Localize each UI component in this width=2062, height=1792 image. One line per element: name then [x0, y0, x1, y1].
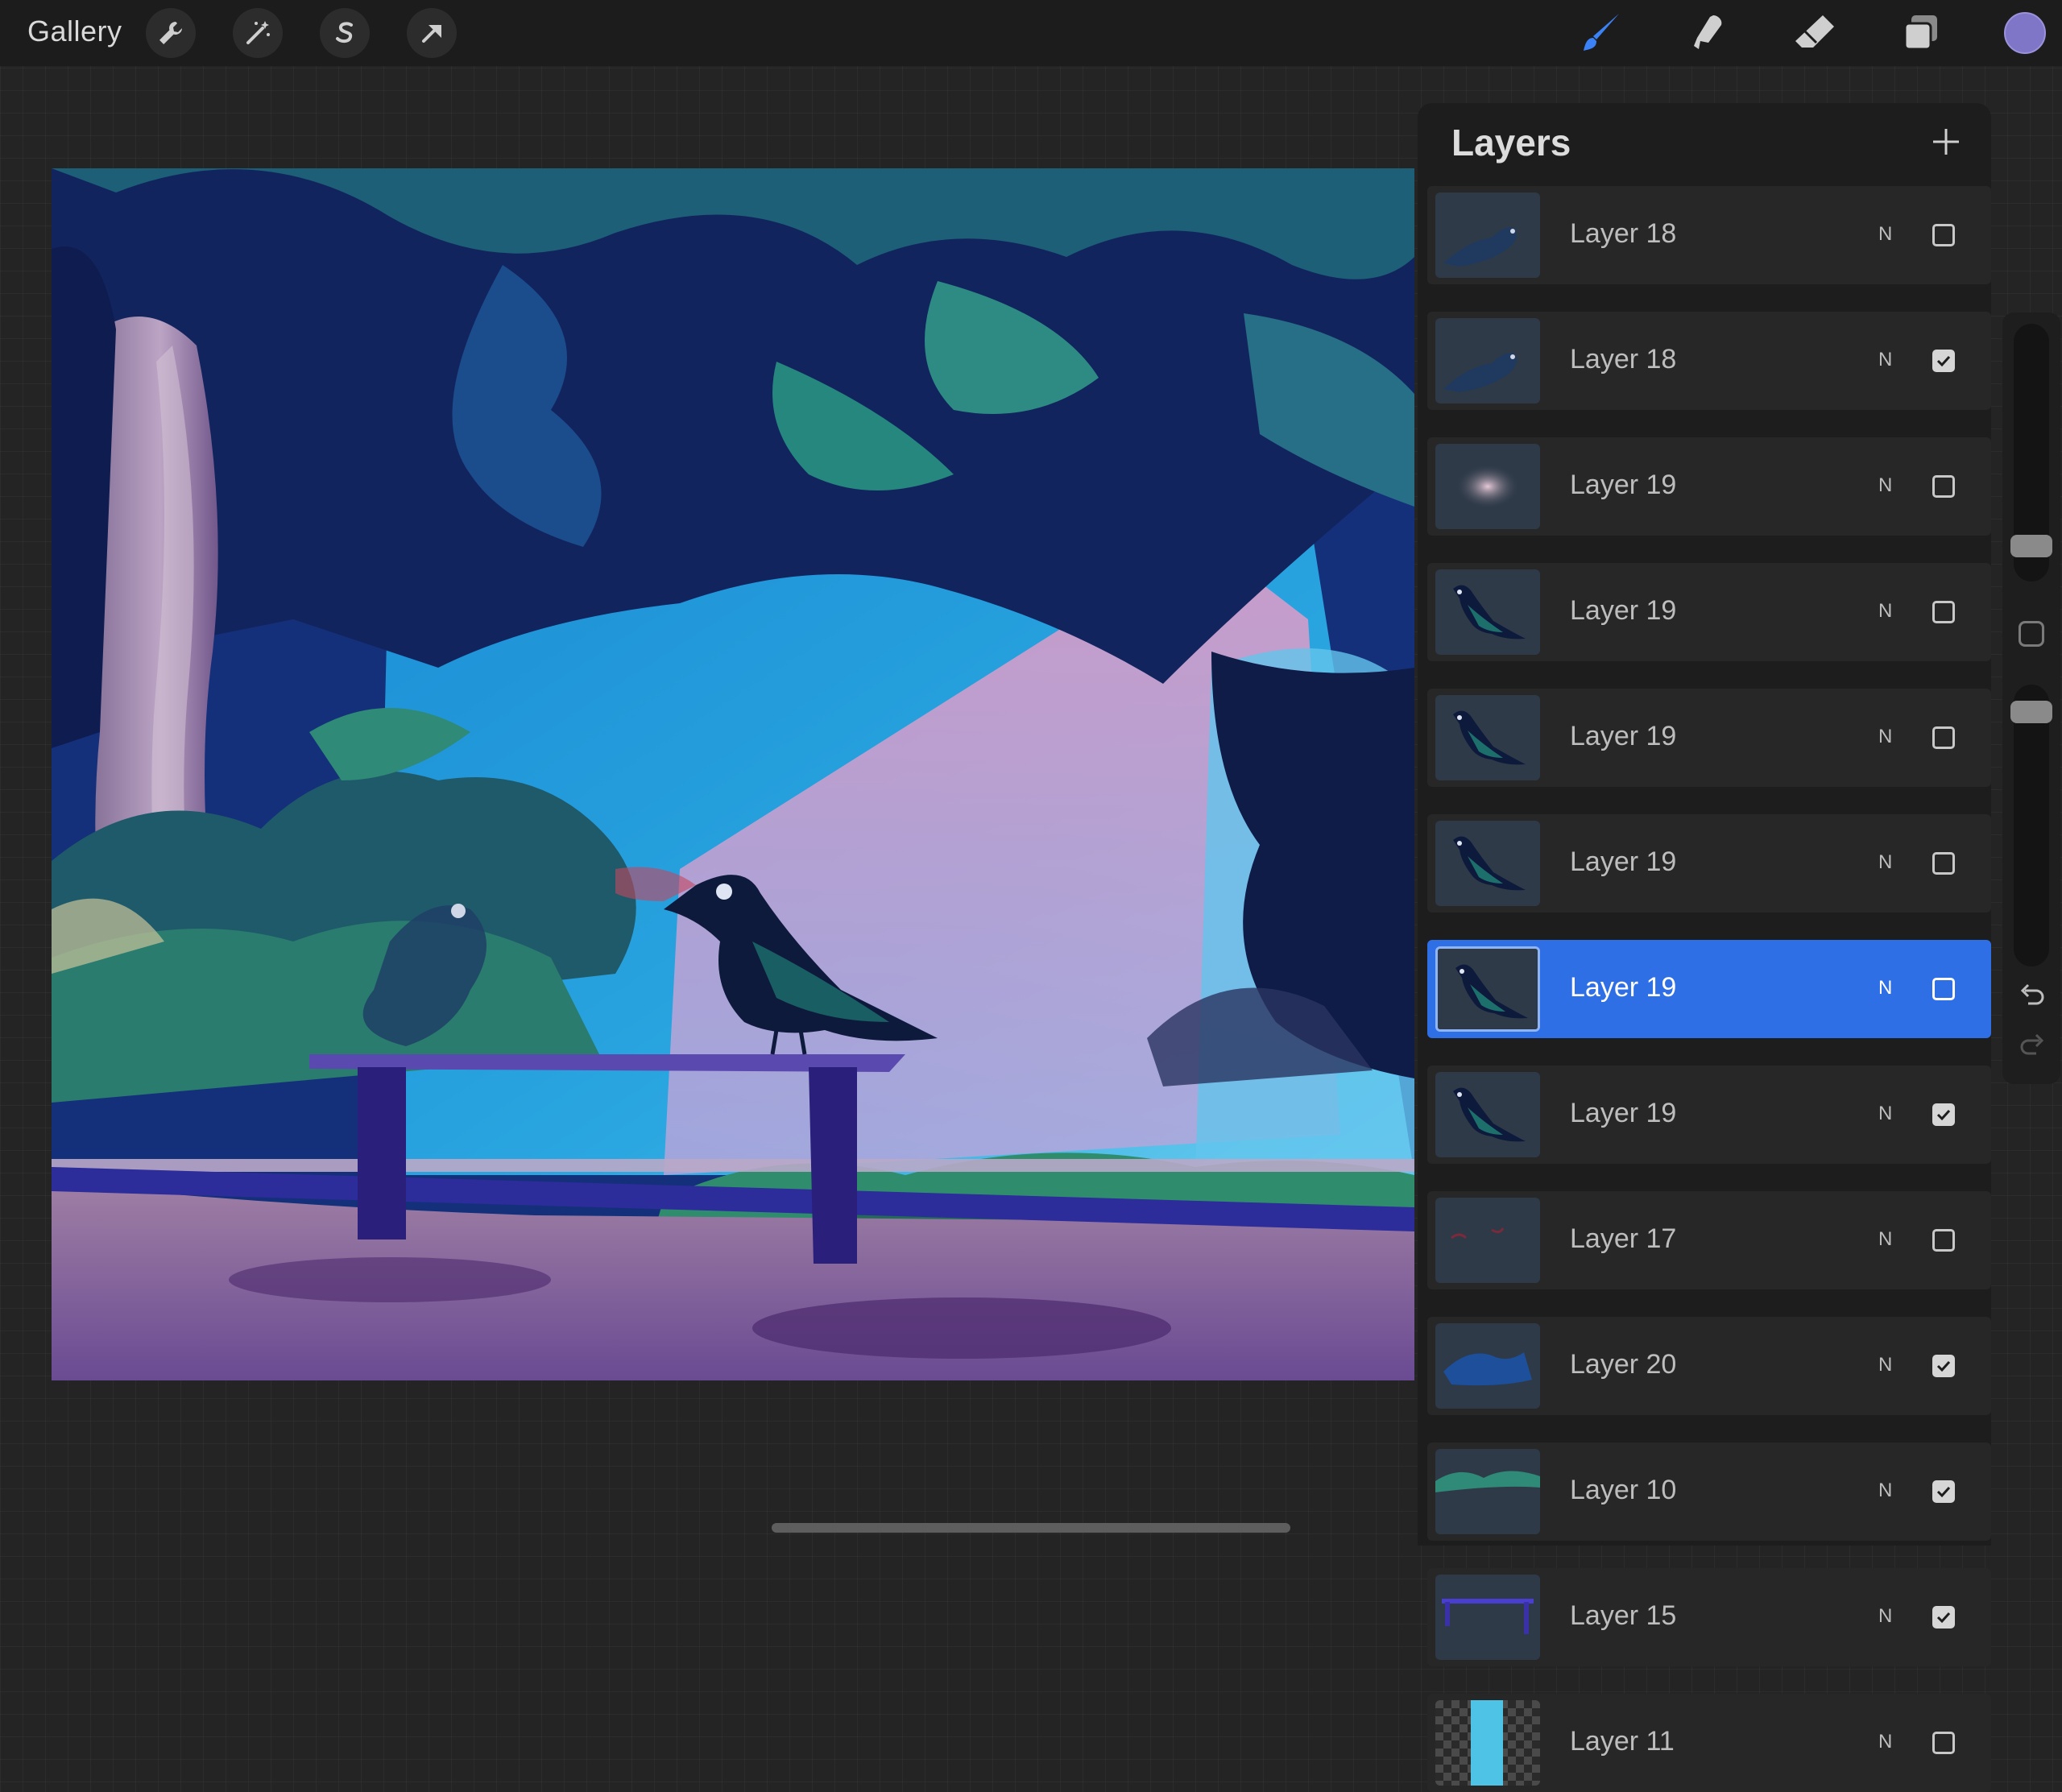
transform-arrow-icon[interactable]	[407, 8, 457, 58]
layer-name[interactable]: Layer 20	[1570, 1349, 1676, 1380]
layer-row[interactable]: Layer 20 N	[1427, 1317, 1991, 1415]
layer-thumbnail[interactable]	[1435, 695, 1540, 780]
add-layer-button[interactable]	[1923, 119, 1969, 164]
top-toolbar: Gallery	[0, 0, 2062, 66]
blend-mode-button[interactable]: N	[1878, 726, 1892, 748]
checkmark-icon	[1936, 1360, 1951, 1372]
layer-row[interactable]: Layer 10 N	[1427, 1442, 1991, 1541]
blend-mode-button[interactable]: N	[1878, 1731, 1892, 1753]
opacity-handle[interactable]	[2010, 701, 2052, 723]
blend-mode-button[interactable]: N	[1878, 851, 1892, 874]
layer-name[interactable]: Layer 18	[1570, 344, 1676, 375]
checkmark-icon	[1936, 355, 1951, 367]
eraser-icon[interactable]	[1790, 8, 1840, 58]
blend-mode-button[interactable]: N	[1878, 977, 1892, 999]
drawing-canvas[interactable]	[52, 168, 1414, 1380]
blend-mode-button[interactable]: N	[1878, 1228, 1892, 1251]
layer-row[interactable]: Layer 19 N	[1427, 689, 1991, 787]
layer-thumbnail[interactable]	[1435, 1575, 1540, 1660]
layer-thumbnail[interactable]	[1435, 569, 1540, 655]
blend-mode-button[interactable]: N	[1878, 1354, 1892, 1376]
layer-thumbnail[interactable]	[1435, 1198, 1540, 1283]
layer-name[interactable]: Layer 19	[1570, 846, 1676, 878]
layer-row[interactable]: Layer 19 N	[1427, 437, 1991, 536]
layer-name[interactable]: Layer 19	[1570, 595, 1676, 627]
layer-thumbnail[interactable]	[1435, 444, 1540, 529]
visibility-checkbox[interactable]	[1932, 1606, 1955, 1629]
visibility-checkbox[interactable]	[1932, 1480, 1955, 1503]
layer-row[interactable]: Layer 19 N	[1427, 940, 1991, 1038]
layer-thumbnail[interactable]	[1435, 1323, 1540, 1409]
visibility-checkbox[interactable]	[1932, 852, 1955, 875]
layer-row[interactable]: Layer 11 N	[1427, 1694, 1991, 1792]
layer-thumbnail[interactable]	[1435, 192, 1540, 278]
layer-row[interactable]: Layer 18 N	[1427, 312, 1991, 410]
selection-s-icon[interactable]	[320, 8, 370, 58]
visibility-checkbox[interactable]	[1932, 1355, 1955, 1377]
layer-name[interactable]: Layer 10	[1570, 1475, 1676, 1506]
visibility-checkbox[interactable]	[1932, 224, 1955, 246]
layers-icon[interactable]	[1896, 8, 1946, 58]
checkmark-icon	[1936, 1486, 1951, 1498]
modify-button[interactable]	[2019, 621, 2044, 647]
opacity-slider[interactable]	[2010, 685, 2052, 966]
layer-thumbnail[interactable]	[1435, 318, 1540, 404]
checkmark-icon	[1936, 1612, 1951, 1624]
home-indicator	[772, 1523, 1290, 1533]
visibility-checkbox[interactable]	[1932, 1732, 1955, 1754]
brush-icon[interactable]	[1576, 8, 1626, 58]
blend-mode-button[interactable]: N	[1878, 474, 1892, 497]
visibility-checkbox[interactable]	[1932, 601, 1955, 623]
blend-mode-button[interactable]: N	[1878, 1103, 1892, 1125]
visibility-checkbox[interactable]	[1932, 1229, 1955, 1252]
layers-panel: Layers Layer 18 N Layer 18 N Layer 19 N Layer …	[1418, 103, 1991, 1792]
visibility-checkbox[interactable]	[1932, 350, 1955, 372]
layer-thumbnail[interactable]	[1435, 946, 1540, 1032]
layer-row[interactable]: Layer 18 N	[1427, 186, 1991, 284]
layer-name[interactable]: Layer 18	[1570, 218, 1676, 250]
wrench-icon[interactable]	[146, 8, 196, 58]
color-picker[interactable]	[2004, 12, 2046, 54]
checkmark-icon	[1936, 1109, 1951, 1121]
blend-mode-button[interactable]: N	[1878, 600, 1892, 623]
side-sliders	[2002, 312, 2060, 1084]
blend-mode-button[interactable]: N	[1878, 1605, 1892, 1628]
layer-row[interactable]: Layer 19 N	[1427, 563, 1991, 661]
layer-name[interactable]: Layer 15	[1570, 1600, 1676, 1632]
layer-name[interactable]: Layer 19	[1570, 1098, 1676, 1129]
layer-thumbnail[interactable]	[1435, 821, 1540, 906]
layers-title: Layers	[1451, 122, 1571, 163]
layer-row[interactable]: Layer 19 N	[1427, 814, 1991, 913]
layer-thumbnail[interactable]	[1435, 1700, 1540, 1786]
layer-name[interactable]: Layer 11	[1570, 1726, 1675, 1757]
layer-name[interactable]: Layer 19	[1570, 470, 1676, 501]
blend-mode-button[interactable]: N	[1878, 223, 1892, 246]
brush-size-slider[interactable]	[2010, 324, 2052, 581]
visibility-checkbox[interactable]	[1932, 726, 1955, 749]
layer-row[interactable]: Layer 15 N	[1427, 1568, 1991, 1666]
visibility-checkbox[interactable]	[1932, 1103, 1955, 1126]
layer-name[interactable]: Layer 19	[1570, 972, 1676, 1004]
layer-name[interactable]: Layer 17	[1570, 1223, 1676, 1255]
artwork-illustration	[52, 168, 1414, 1380]
brush-size-handle[interactable]	[2010, 535, 2052, 557]
layer-thumbnail[interactable]	[1435, 1449, 1540, 1534]
magic-wand-icon[interactable]	[233, 8, 283, 58]
layer-thumbnail[interactable]	[1435, 1072, 1540, 1157]
visibility-checkbox[interactable]	[1932, 475, 1955, 498]
blend-mode-button[interactable]: N	[1878, 349, 1892, 371]
redo-icon[interactable]	[2019, 1031, 2046, 1062]
layer-row[interactable]: Layer 19 N	[1427, 1066, 1991, 1164]
gallery-button[interactable]: Gallery	[27, 14, 122, 48]
visibility-checkbox[interactable]	[1932, 978, 1955, 1000]
layer-name[interactable]: Layer 19	[1570, 721, 1676, 752]
undo-icon[interactable]	[2019, 981, 2046, 1012]
layer-row[interactable]: Layer 17 N	[1427, 1191, 1991, 1289]
smudge-icon[interactable]	[1683, 8, 1733, 58]
blend-mode-button[interactable]: N	[1878, 1480, 1892, 1502]
